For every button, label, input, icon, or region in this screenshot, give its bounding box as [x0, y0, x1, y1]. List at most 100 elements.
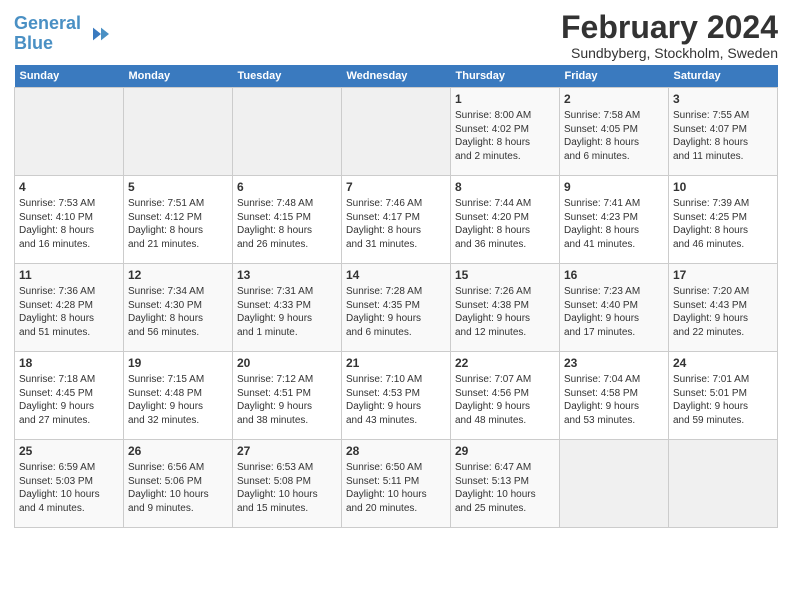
col-sunday: Sunday — [15, 65, 124, 88]
day-content: Sunrise: 7:55 AM Sunset: 4:07 PM Dayligh… — [673, 109, 773, 163]
day-content: Sunrise: 7:10 AM Sunset: 4:53 PM Dayligh… — [346, 373, 446, 427]
day-number: 10 — [673, 179, 773, 195]
day-number: 29 — [455, 443, 555, 459]
day-content: Sunrise: 7:12 AM Sunset: 4:51 PM Dayligh… — [237, 373, 337, 427]
day-content: Sunrise: 7:20 AM Sunset: 4:43 PM Dayligh… — [673, 285, 773, 339]
month-title: February 2024 — [561, 10, 778, 45]
day-cell: 27Sunrise: 6:53 AM Sunset: 5:08 PM Dayli… — [233, 440, 342, 528]
day-content: Sunrise: 7:58 AM Sunset: 4:05 PM Dayligh… — [564, 109, 664, 163]
day-cell — [669, 440, 778, 528]
day-content: Sunrise: 7:34 AM Sunset: 4:30 PM Dayligh… — [128, 285, 228, 339]
day-content: Sunrise: 7:39 AM Sunset: 4:25 PM Dayligh… — [673, 197, 773, 251]
day-cell: 16 Sunrise: 7:23 AM Sunset: 4:40 PM Dayli… — [560, 264, 669, 352]
day-content: Sunrise: 6:50 AM Sunset: 5:11 PM Dayligh… — [346, 461, 446, 515]
day-cell: 15 Sunrise: 7:26 AM Sunset: 4:38 PM Dayli… — [451, 264, 560, 352]
day-content: Sunrise: 6:59 AM Sunset: 5:03 PM Dayligh… — [19, 461, 119, 515]
day-cell: 22 Sunrise: 7:07 AM Sunset: 4:56 PM Dayli… — [451, 352, 560, 440]
day-content: Sunrise: 7:31 AM Sunset: 4:33 PM Dayligh… — [237, 285, 337, 339]
day-number: 16 — [564, 267, 664, 283]
logo-blue: Blue — [14, 33, 53, 53]
day-content: Sunrise: 7:23 AM Sunset: 4:40 PM Dayligh… — [564, 285, 664, 339]
day-number: 1 — [455, 91, 555, 107]
day-cell — [560, 440, 669, 528]
day-content: Sunrise: 6:56 AM Sunset: 5:06 PM Dayligh… — [128, 461, 228, 515]
day-number: 21 — [346, 355, 446, 371]
day-cell: 26 Sunrise: 6:56 AM Sunset: 5:06 PM Dayli… — [124, 440, 233, 528]
week-row-2: 4 Sunrise: 7:53 AM Sunset: 4:10 PM Daylig… — [15, 176, 778, 264]
day-cell: 17 Sunrise: 7:20 AM Sunset: 4:43 PM Dayli… — [669, 264, 778, 352]
day-content: Sunrise: 7:53 AM Sunset: 4:10 PM Dayligh… — [19, 197, 119, 251]
day-number: 25 — [19, 443, 119, 459]
day-cell — [124, 88, 233, 176]
header-row: Sunday Monday Tuesday Wednesday Thursday… — [15, 65, 778, 88]
day-content: Sunrise: 7:41 AM Sunset: 4:23 PM Dayligh… — [564, 197, 664, 251]
day-cell: 19Sunrise: 7:15 AM Sunset: 4:48 PM Dayli… — [124, 352, 233, 440]
day-cell: 4 Sunrise: 7:53 AM Sunset: 4:10 PM Daylig… — [15, 176, 124, 264]
day-number: 17 — [673, 267, 773, 283]
day-cell: 24 Sunrise: 7:01 AM Sunset: 5:01 PM Dayli… — [669, 352, 778, 440]
col-monday: Monday — [124, 65, 233, 88]
day-number: 8 — [455, 179, 555, 195]
day-content: Sunrise: 7:36 AM Sunset: 4:28 PM Dayligh… — [19, 285, 119, 339]
day-content: Sunrise: 7:51 AM Sunset: 4:12 PM Dayligh… — [128, 197, 228, 251]
logo-general: General — [14, 13, 81, 33]
day-cell: 8 Sunrise: 7:44 AM Sunset: 4:20 PM Daylig… — [451, 176, 560, 264]
day-content: Sunrise: 7:18 AM Sunset: 4:45 PM Dayligh… — [19, 373, 119, 427]
day-content: Sunrise: 7:28 AM Sunset: 4:35 PM Dayligh… — [346, 285, 446, 339]
day-number: 22 — [455, 355, 555, 371]
col-wednesday: Wednesday — [342, 65, 451, 88]
day-content: Sunrise: 7:15 AM Sunset: 4:48 PM Dayligh… — [128, 373, 228, 427]
day-number: 20 — [237, 355, 337, 371]
header: General Blue February 2024 Sundbyberg, S… — [14, 10, 778, 61]
day-cell: 25 Sunrise: 6:59 AM Sunset: 5:03 PM Dayli… — [15, 440, 124, 528]
logo-icon — [85, 22, 109, 46]
calendar-container: General Blue February 2024 Sundbyberg, S… — [0, 0, 792, 534]
day-number: 14 — [346, 267, 446, 283]
day-cell: 13 Sunrise: 7:31 AM Sunset: 4:33 PM Dayli… — [233, 264, 342, 352]
day-cell: 23 Sunrise: 7:04 AM Sunset: 4:58 PM Dayli… — [560, 352, 669, 440]
calendar-header: Sunday Monday Tuesday Wednesday Thursday… — [15, 65, 778, 88]
day-content: Sunrise: 7:48 AM Sunset: 4:15 PM Dayligh… — [237, 197, 337, 251]
day-number: 12 — [128, 267, 228, 283]
day-content: Sunrise: 7:07 AM Sunset: 4:56 PM Dayligh… — [455, 373, 555, 427]
day-number: 24 — [673, 355, 773, 371]
day-number: 9 — [564, 179, 664, 195]
day-number: 23 — [564, 355, 664, 371]
day-number: 3 — [673, 91, 773, 107]
day-content: Sunrise: 7:26 AM Sunset: 4:38 PM Dayligh… — [455, 285, 555, 339]
col-friday: Friday — [560, 65, 669, 88]
day-cell: 11 Sunrise: 7:36 AM Sunset: 4:28 PM Dayli… — [15, 264, 124, 352]
week-row-5: 25 Sunrise: 6:59 AM Sunset: 5:03 PM Dayli… — [15, 440, 778, 528]
day-content: Sunrise: 7:04 AM Sunset: 4:58 PM Dayligh… — [564, 373, 664, 427]
day-cell: 12 Sunrise: 7:34 AM Sunset: 4:30 PM Dayli… — [124, 264, 233, 352]
day-content: Sunrise: 7:01 AM Sunset: 5:01 PM Dayligh… — [673, 373, 773, 427]
logo-text: General Blue — [14, 14, 81, 54]
week-row-1: 1 Sunrise: 8:00 AM Sunset: 4:02 PM Daylig… — [15, 88, 778, 176]
week-row-4: 18Sunrise: 7:18 AM Sunset: 4:45 PM Dayli… — [15, 352, 778, 440]
day-number: 26 — [128, 443, 228, 459]
day-content: Sunrise: 7:44 AM Sunset: 4:20 PM Dayligh… — [455, 197, 555, 251]
day-number: 4 — [19, 179, 119, 195]
day-number: 5 — [128, 179, 228, 195]
day-cell — [233, 88, 342, 176]
day-cell: 6 Sunrise: 7:48 AM Sunset: 4:15 PM Daylig… — [233, 176, 342, 264]
day-cell: 5 Sunrise: 7:51 AM Sunset: 4:12 PM Daylig… — [124, 176, 233, 264]
day-number: 6 — [237, 179, 337, 195]
day-content: Sunrise: 8:00 AM Sunset: 4:02 PM Dayligh… — [455, 109, 555, 163]
day-cell: 9 Sunrise: 7:41 AM Sunset: 4:23 PM Daylig… — [560, 176, 669, 264]
subtitle: Sundbyberg, Stockholm, Sweden — [561, 45, 778, 61]
day-cell: 3 Sunrise: 7:55 AM Sunset: 4:07 PM Daylig… — [669, 88, 778, 176]
title-block: February 2024 Sundbyberg, Stockholm, Swe… — [561, 10, 778, 61]
day-cell: 20 Sunrise: 7:12 AM Sunset: 4:51 PM Dayli… — [233, 352, 342, 440]
day-number: 7 — [346, 179, 446, 195]
day-number: 15 — [455, 267, 555, 283]
day-content: Sunrise: 6:53 AM Sunset: 5:08 PM Dayligh… — [237, 461, 337, 515]
day-cell: 2Sunrise: 7:58 AM Sunset: 4:05 PM Daylig… — [560, 88, 669, 176]
col-thursday: Thursday — [451, 65, 560, 88]
day-number: 13 — [237, 267, 337, 283]
day-cell: 18Sunrise: 7:18 AM Sunset: 4:45 PM Dayli… — [15, 352, 124, 440]
day-number: 11 — [19, 267, 119, 283]
day-cell: 10 Sunrise: 7:39 AM Sunset: 4:25 PM Dayli… — [669, 176, 778, 264]
day-cell: 7 Sunrise: 7:46 AM Sunset: 4:17 PM Daylig… — [342, 176, 451, 264]
day-content: Sunrise: 7:46 AM Sunset: 4:17 PM Dayligh… — [346, 197, 446, 251]
